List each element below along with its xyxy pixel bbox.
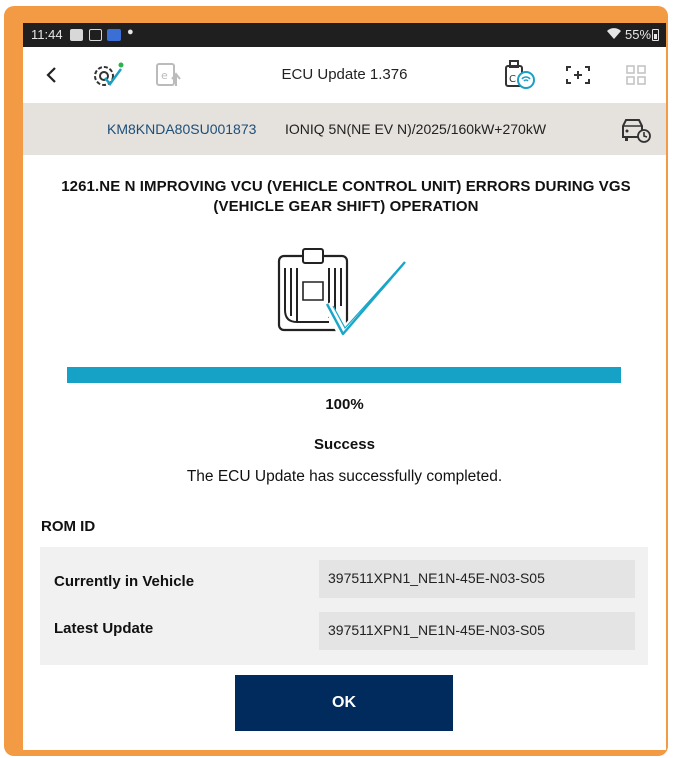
battery-percent: 55% (625, 27, 652, 42)
status-bar: 11:44 ● 55% (23, 23, 666, 47)
rom-row-current-value: 397511XPN1_NE1N-45E-N03-S05 (319, 560, 635, 598)
notification-n-icon (70, 29, 83, 41)
scan-bracket-icon[interactable] (561, 59, 595, 91)
grid-icon[interactable] (619, 59, 653, 91)
progress-bar (67, 367, 621, 383)
svg-text:C: C (509, 74, 516, 85)
vehicle-vin: KM8KNDA80SU001873 (107, 121, 257, 137)
app-bar: e ECU Update 1.376 C (23, 47, 666, 103)
progress-percent: 100% (325, 396, 364, 413)
wifi-icon (606, 27, 622, 43)
rom-row-latest-value: 397511XPN1_NE1N-45E-N03-S05 (319, 612, 635, 650)
more-notifications-dot-icon: ● (127, 26, 134, 38)
progress-fill (67, 367, 621, 383)
status-title: Success (314, 436, 375, 453)
ecu-success-illustration (273, 248, 413, 342)
rom-row-current-label: Currently in Vehicle (54, 573, 195, 590)
battery-icon (652, 29, 659, 41)
rom-id-table: Currently in Vehicle 397511XPN1_NE1N-45E… (40, 547, 648, 665)
vehicle-check-icon[interactable] (621, 115, 653, 145)
update-heading: 1261.NE N IMPROVING VCU (VEHICLE CONTROL… (61, 178, 631, 215)
rom-row-latest-label: Latest Update (54, 620, 154, 637)
app-notification-icon (107, 29, 121, 41)
status-message: The ECU Update has successfully complete… (186, 468, 503, 485)
vehicle-description: IONIQ 5N(NE EV N)/2025/160kW+270kW (285, 121, 547, 137)
tablet-screen: 11:44 ● 55% e ECU Update 1.376 C KM8KNDA… (23, 23, 666, 750)
rom-id-label: ROM ID (41, 518, 96, 535)
vehicle-info-bar: KM8KNDA80SU001873 IONIQ 5N(NE EV N)/2025… (23, 103, 666, 155)
status-time: 11:44 (31, 27, 63, 42)
vci-wireless-icon[interactable]: C (501, 59, 535, 91)
screenshot-icon (89, 29, 102, 41)
ok-button[interactable]: OK (235, 675, 453, 731)
